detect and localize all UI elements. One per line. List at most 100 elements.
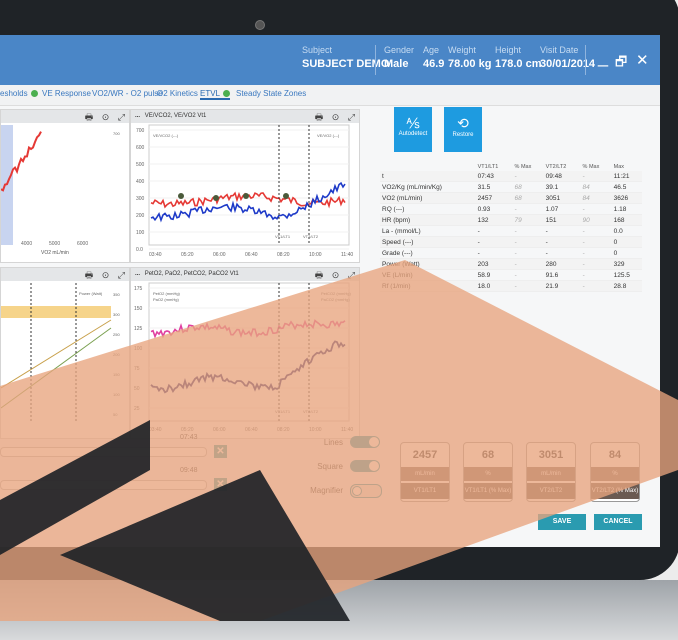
table-cell: -	[543, 247, 581, 259]
vt1-clear-icon[interactable]: ✕	[214, 445, 227, 458]
webcam-icon	[255, 20, 265, 30]
table-cell: -	[580, 171, 612, 182]
panel-ve-vco2: ... VE/VCO2, VE/VO2 Vt1 🖶 ⊙ ⤢ 700 600 500 4…	[130, 109, 360, 263]
magnifier-toggle[interactable]	[350, 484, 382, 498]
toggle-knob	[369, 437, 379, 447]
table-cell: 58.9	[475, 269, 513, 281]
autodetect-icon: ⅍	[406, 115, 420, 131]
table-cell: -	[580, 236, 612, 248]
minimize-icon[interactable]: _	[598, 47, 608, 68]
table-cell: -	[512, 171, 544, 182]
tab-steady-state[interactable]: Steady State	[236, 89, 282, 98]
card-unit: mL/min	[401, 467, 449, 481]
tab-thresholds[interactable]: esholds	[0, 89, 38, 98]
y-tick-label: 200	[136, 213, 145, 219]
table-cell: 1.18	[611, 203, 642, 215]
table-cell: VO2 (mL/min)	[380, 192, 476, 204]
table-cell: -	[580, 280, 612, 292]
etvl-pin	[243, 193, 249, 199]
y-tick-label: 300	[113, 312, 120, 317]
square-toggle[interactable]	[350, 460, 380, 472]
visit-date-value: 30/01/2014	[540, 58, 596, 70]
table-cell: Grade (---)	[380, 247, 476, 259]
toggle-knob	[369, 461, 379, 471]
legend-item: PetO2 (mmHg)	[153, 291, 181, 296]
subject-label: Subject	[302, 45, 333, 55]
table-header-cell: % Max	[514, 164, 532, 170]
tab-zones[interactable]: Zones	[284, 89, 306, 98]
legend-item: PaO2 (mmHg)	[153, 297, 179, 302]
table-cell: 151	[543, 214, 581, 226]
x-tick-label: 06:40	[245, 252, 258, 258]
etvl-pin	[213, 195, 219, 201]
table-cell: HR (bpm)	[380, 214, 476, 226]
y-tick-label: 400	[136, 179, 145, 185]
table-cell: VO2/Kg (mL/min/Kg)	[380, 181, 476, 193]
table-cell: 46.5	[611, 181, 642, 193]
lines-toggle[interactable]	[350, 436, 380, 448]
y-tick-label: 75	[134, 366, 140, 372]
x-tick-label: 11:40	[341, 427, 353, 433]
table-header-cell: % Max	[582, 164, 600, 170]
cancel-button[interactable]: CANCEL	[594, 514, 642, 530]
autodetect-label: Autodetect	[398, 131, 428, 137]
table-row: VO2 (mL/min) 2457 68 3051 84 3626	[380, 192, 642, 204]
vt2-time: 09:48	[180, 467, 198, 474]
ve-vco2-chart[interactable]: 700 600 500 400 300 200 100 0.0 03:40 05:20 06:00 0…	[131, 110, 359, 262]
save-button[interactable]: SAVE	[538, 514, 586, 530]
table-cell: 91.6	[543, 269, 581, 281]
x-tick-label: 08:20	[277, 252, 290, 258]
vt1-slider[interactable]	[0, 447, 207, 457]
y-tick-label: 200	[113, 352, 120, 357]
x-tick-label: 05:20	[181, 427, 194, 433]
legend-item: VE/VO2 (---)	[317, 133, 340, 138]
tab-vo2-wr[interactable]: VO2/WR - O2 pulse	[92, 89, 163, 98]
table-cell: -	[580, 258, 612, 270]
app-window: Subject SUBJECT DEMO Gender Male Age 46.…	[0, 35, 660, 547]
restore-button[interactable]: ⟲ Restore	[444, 107, 482, 152]
table-row: RQ (---) 0.93-1.07-1.18	[380, 203, 642, 215]
plot-area	[1, 125, 126, 245]
autodetect-button[interactable]: ⅍ Autodetect	[394, 107, 432, 152]
legend-item: Power (Watt)	[79, 291, 103, 296]
table-cell: -	[512, 269, 544, 281]
vt2-clear-icon[interactable]: ✕	[214, 478, 227, 491]
tab-etvl[interactable]: ETVL	[200, 89, 231, 100]
table-cell: 280	[543, 258, 581, 270]
laptop-base	[0, 580, 678, 640]
x-tick-label: 10:00	[309, 427, 322, 433]
weight-label: Weight	[448, 45, 476, 55]
y-tick-label: 0.0	[136, 247, 143, 253]
y-tick-label: 100	[113, 392, 120, 397]
close-icon[interactable]: ✕	[636, 51, 649, 69]
power-chart[interactable]: Power (Watt) 350 300 250 200 150 100 50	[1, 268, 129, 438]
card-value: 3051	[538, 449, 564, 461]
vt2-label: VT2/LT2	[303, 409, 319, 414]
x-tick-label: 03:40	[149, 427, 162, 433]
y-tick-label: 150	[113, 372, 120, 377]
table-cell: 3626	[611, 192, 642, 204]
card-unit: %	[591, 467, 639, 481]
vslope-chart[interactable]: 4000 5000 6000 700	[1, 110, 129, 262]
table-cell: 11:21	[611, 171, 642, 182]
table-cell: -	[512, 258, 544, 270]
x-tick-label: 05:20	[181, 252, 194, 258]
table-row: Rf (1/min) 18.0-21.9-28.8	[380, 280, 642, 292]
vt2-slider[interactable]	[0, 480, 207, 490]
restore-icon[interactable]: 🗗	[615, 53, 627, 75]
x-tick-label: 5000	[49, 241, 60, 247]
tab-o2-kinetics[interactable]: O2 Kinetics	[157, 89, 198, 98]
square-label: Square	[317, 462, 343, 471]
header-bar: Subject SUBJECT DEMO Gender Male Age 46.…	[0, 35, 660, 85]
table-cell: -	[580, 269, 612, 281]
tab-ve-response[interactable]: VE Response	[42, 89, 91, 98]
check-icon	[223, 90, 231, 98]
x-tick-label: 4000	[21, 241, 32, 247]
y-tick-label: 300	[136, 196, 145, 202]
toggle-knob	[352, 486, 362, 496]
peto2-chart[interactable]: 175 150 125 100 75 50 25 03:40 05:20 06:00 06:40 08…	[131, 268, 359, 438]
y-tick-label: 350	[113, 292, 120, 297]
table-cell: 168	[611, 214, 642, 226]
table-cell: 28.8	[611, 280, 642, 292]
table-row: t 07:43-09:48-11:21	[380, 171, 642, 182]
